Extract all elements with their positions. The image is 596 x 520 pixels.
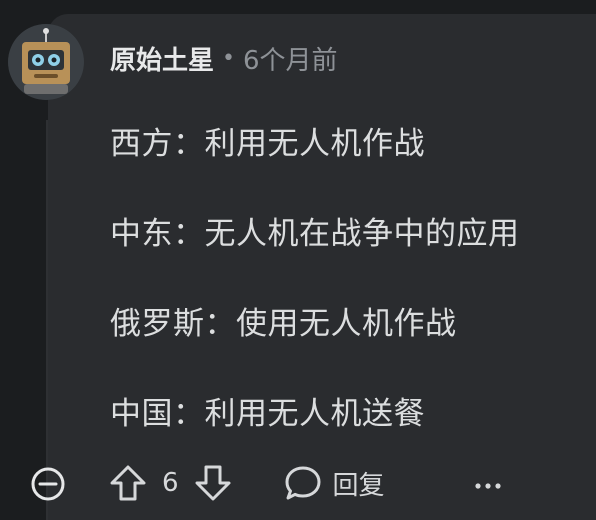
comment-line: 中东：无人机在战争中的应用 [110, 216, 520, 252]
comment-actions: 6 回复 [108, 460, 385, 506]
comment-header: 原始土星 • 6个月前 [110, 40, 338, 76]
speech-bubble-icon [285, 466, 321, 500]
reply-label: 回复 [332, 470, 385, 501]
minus-circle-icon [31, 467, 65, 501]
separator-dot: • [222, 45, 235, 71]
upvote-arrow-icon [110, 465, 146, 501]
more-options-button[interactable] [472, 466, 504, 502]
comment-card [48, 14, 596, 520]
downvote-arrow-icon [195, 465, 231, 501]
comment-line: 中国：利用无人机送餐 [110, 396, 425, 432]
avatar[interactable] [8, 24, 84, 100]
collapse-thread-button[interactable] [30, 466, 66, 502]
comment-line: 西方：利用无人机作战 [110, 126, 425, 162]
downvote-button[interactable] [193, 463, 233, 503]
ellipsis-icon [475, 483, 501, 489]
timestamp[interactable]: 6个月前 [243, 40, 338, 77]
comment-line: 俄罗斯：使用无人机作战 [110, 306, 457, 342]
vote-count: 6 [162, 468, 179, 498]
reply-button[interactable]: 回复 [283, 463, 385, 503]
upvote-button[interactable] [108, 463, 148, 503]
username-link[interactable]: 原始土星 [110, 40, 214, 77]
robot-avatar-icon [8, 24, 84, 100]
